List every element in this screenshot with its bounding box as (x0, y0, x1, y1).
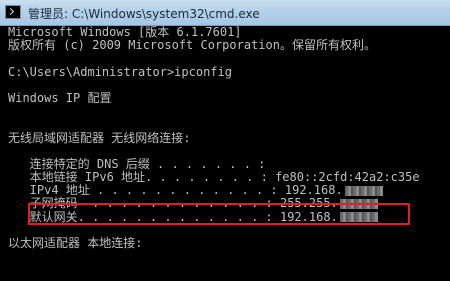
ipv4-value: 192.168. (284, 183, 343, 198)
command-prompt: C:\Users\Administrator>ipconfig (8, 64, 232, 79)
cmd-icon[interactable] (5, 5, 21, 19)
ipv4-label: IPv4 地址 . . . . . . . . . . . . : (8, 183, 285, 198)
console-output[interactable]: Microsoft Windows [版本 6.1.7601] 版权所有 (c)… (8, 25, 450, 281)
window-title: 管理员: C:\Windows\system32\cmd.exe (28, 7, 260, 21)
copyright-line: 版权所有 (c) 2009 Microsoft Corporation。保留所有… (8, 38, 376, 53)
wireless-adapter-header: 无线局域网适配器 无线网络连接: (8, 130, 191, 145)
redacted-block (344, 185, 383, 196)
title-bar[interactable]: 管理员: C:\Windows\system32\cmd.exe (0, 0, 450, 26)
cmd-window: 管理员: C:\Windows\system32\cmd.exe Microso… (0, 0, 450, 281)
ethernet-adapter-header: 以太网适配器 本地连接: (8, 236, 143, 250)
ipv4-highlight-box (28, 203, 410, 225)
ip-config-header: Windows IP 配置 (8, 90, 112, 105)
